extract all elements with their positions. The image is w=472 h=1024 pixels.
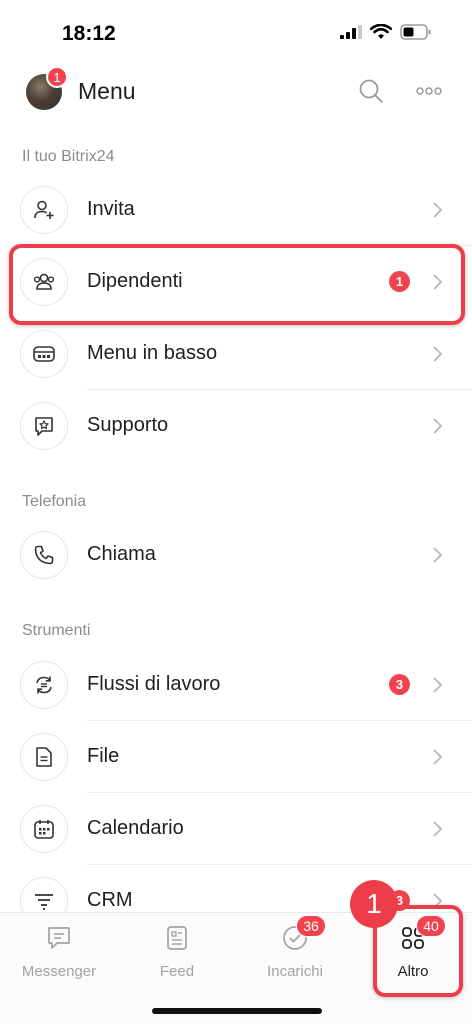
menu-item-label: Chiama [87,543,156,565]
tab-badge: 36 [296,915,326,937]
search-icon[interactable] [358,78,384,104]
tab-feed[interactable]: Feed [118,913,236,993]
avatar-notification-badge: 1 [46,66,68,88]
file-icon [20,733,68,781]
support-icon [20,402,68,450]
more-options-icon[interactable] [414,82,444,100]
wifi-icon [370,24,392,39]
menu-item-menu-in-basso[interactable]: Menu in basso [0,318,472,390]
tab-label: Messenger [21,963,97,980]
menu-item-label: CRM [87,889,133,911]
menu-item-label: Flussi di lavoro [87,673,221,695]
messenger-icon [48,927,70,949]
tab-messenger[interactable]: Messenger [0,913,118,993]
workflow-icon [20,661,68,709]
notification-badge: 3 [389,674,410,695]
home-indicator [152,1008,322,1014]
menu-item-label: Calendario [87,817,184,839]
battery-icon [400,24,431,40]
section-label-strumenti: Strumenti [22,622,91,639]
invite-user-icon [20,186,68,234]
page-title: Menu [78,78,136,104]
menu-item-label: Invita [87,198,135,220]
chevron-right-icon [433,547,443,563]
chevron-right-icon [433,749,443,765]
menu-item-label: File [87,745,120,767]
section-label-bitrix24: Il tuo Bitrix24 [22,148,115,165]
status-time: 18:12 [62,22,116,45]
tab-label: Feed [159,963,195,980]
menu-item-calendario[interactable]: Calendario [0,793,472,865]
section-label-telefonia: Telefonia [22,493,87,510]
menu-item-label: Supporto [87,414,169,436]
feed-icon [167,926,187,950]
menu-item-label: Menu in basso [87,342,218,364]
status-bar: 18:12 [0,0,472,64]
phone-icon [20,531,68,579]
menu-item-supporto[interactable]: Supporto [0,390,472,462]
menu-item-invita[interactable]: Invita [0,174,472,246]
chevron-right-icon [433,202,443,218]
cellular-signal-icon [340,25,362,39]
calendar-icon [20,805,68,853]
chevron-right-icon [433,821,443,837]
step-marker: 1 [350,880,398,928]
menu-item-file[interactable]: File [0,721,472,793]
bottom-menu-icon [20,330,68,378]
header: 1 Menu [0,66,472,116]
chevron-right-icon [433,346,443,362]
tab-incarichi[interactable]: 36 Incarichi [236,913,354,993]
chevron-right-icon [433,677,443,693]
menu-item-chiama[interactable]: Chiama [0,519,472,591]
highlight-frame-dipendenti [9,244,465,325]
status-icons [340,24,432,40]
tab-label: Incarichi [267,963,323,980]
chevron-right-icon [433,418,443,434]
menu-item-flussi-di-lavoro[interactable]: Flussi di lavoro 3 [0,649,472,721]
